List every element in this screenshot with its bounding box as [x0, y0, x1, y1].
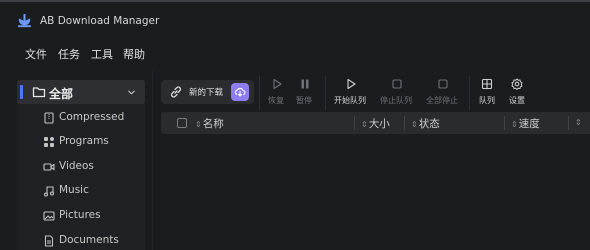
queue-grid-icon: [481, 78, 493, 90]
toolbar-separator: [469, 76, 470, 110]
app-logo-icon: [17, 14, 32, 28]
sort-icon: ⇕: [511, 120, 518, 129]
column-header-more[interactable]: ⇕: [575, 116, 583, 128]
stop-queue-label: 停止队列: [380, 96, 412, 105]
column-label: 名称: [202, 118, 224, 130]
sidebar-item-programs[interactable]: Programs: [43, 134, 145, 152]
toolbar-separator: [325, 76, 326, 110]
archive-icon: [44, 112, 54, 124]
sidebar-item-label: Programs: [59, 135, 109, 147]
start-queue-button[interactable]: 开始队列: [333, 78, 369, 110]
new-download-label: 新的下载: [189, 88, 224, 98]
category-all-header[interactable]: 全部: [17, 80, 145, 104]
column-label: 速度: [518, 118, 540, 130]
app-title: AB Download Manager: [40, 15, 160, 27]
sidebar-item-label: Music: [59, 184, 89, 196]
sidebar-item-pictures[interactable]: Pictures: [43, 208, 145, 226]
settings-button[interactable]: 设置: [505, 78, 529, 110]
menu-file[interactable]: 文件: [25, 46, 47, 62]
panel-divider: [152, 68, 153, 250]
chevron-down-icon[interactable]: [127, 88, 136, 97]
queues-button[interactable]: 队列: [475, 78, 499, 110]
stop-all-button[interactable]: 全部停止: [425, 78, 461, 110]
menu-tasks[interactable]: 任务: [58, 46, 80, 62]
select-all-checkbox[interactable]: [177, 118, 187, 128]
sidebar-item-compressed[interactable]: Compressed: [43, 110, 145, 128]
sort-icon: ⇕: [575, 118, 582, 127]
sort-icon: ⇕: [411, 120, 418, 129]
sort-icon: ⇕: [361, 120, 368, 129]
column-header-name[interactable]: ⇕名称: [195, 116, 224, 131]
column-header-speed[interactable]: ⇕速度: [511, 116, 540, 131]
main-toolbar: 新的下载 恢复 暂停 开始队列 停止队列 全部停止 队列 设置: [161, 74, 590, 112]
column-label: 大小: [368, 118, 390, 130]
gear-icon: [511, 78, 523, 90]
stop-all-label: 全部停止: [426, 96, 458, 105]
column-header-status[interactable]: ⇕状态: [411, 116, 440, 131]
resume-button[interactable]: 恢复: [265, 78, 289, 110]
app-window: AB Download Manager 文件 任务 工具 帮助 全部 Compr…: [0, 0, 590, 250]
column-separator[interactable]: [354, 116, 355, 130]
pause-label: 暂停: [296, 96, 312, 105]
picture-icon: [43, 211, 55, 221]
menu-bar: 文件 任务 工具 帮助: [0, 38, 590, 68]
folder-icon: [32, 87, 46, 98]
pause-icon: [301, 79, 309, 89]
music-icon: [43, 186, 55, 197]
title-bar: AB Download Manager: [0, 4, 590, 36]
add-from-clipboard-button[interactable]: [231, 83, 249, 101]
play-icon: [347, 78, 356, 90]
programs-icon: [44, 137, 54, 147]
link-icon: [171, 86, 181, 98]
selection-indicator: [20, 85, 23, 99]
sort-icon: ⇕: [195, 120, 202, 129]
column-label: 状态: [418, 118, 440, 130]
sidebar-item-videos[interactable]: Videos: [43, 159, 145, 177]
new-download-button[interactable]: 新的下载: [161, 80, 254, 104]
toolbar-separator: [259, 76, 260, 110]
sidebar-item-label: Videos: [59, 160, 94, 172]
sidebar-item-label: Documents: [59, 234, 119, 246]
sidebar-item-label: Pictures: [59, 209, 101, 221]
category-all-label: 全部: [49, 87, 74, 101]
stop-queue-button[interactable]: 停止队列: [379, 78, 415, 110]
sidebar-item-label: Compressed: [59, 111, 125, 123]
resume-label: 恢复: [268, 96, 284, 105]
queues-label: 队列: [479, 96, 495, 105]
menu-tools[interactable]: 工具: [91, 46, 113, 62]
column-separator[interactable]: [404, 116, 405, 130]
column-separator[interactable]: [504, 116, 505, 130]
sidebar-item-documents[interactable]: Documents: [43, 233, 145, 250]
downloads-list: [161, 134, 590, 250]
settings-label: 设置: [509, 96, 525, 105]
cloud-download-icon: [235, 87, 246, 97]
pause-button[interactable]: 暂停: [293, 78, 317, 110]
stop-icon: [438, 79, 448, 89]
sidebar-item-music[interactable]: Music: [43, 183, 145, 201]
menu-help[interactable]: 帮助: [123, 46, 145, 62]
document-icon: [44, 235, 54, 247]
column-header-size[interactable]: ⇕大小: [361, 116, 390, 131]
play-icon: [273, 78, 282, 90]
downloads-table-header: ⇕名称 ⇕大小 ⇕状态 ⇕速度 ⇕: [161, 112, 590, 134]
category-sidebar: 全部 Compressed Programs Videos Music Pict…: [17, 80, 145, 250]
start-queue-label: 开始队列: [334, 96, 366, 105]
stop-icon: [392, 79, 402, 89]
column-separator[interactable]: [568, 116, 569, 130]
video-icon: [43, 163, 55, 171]
